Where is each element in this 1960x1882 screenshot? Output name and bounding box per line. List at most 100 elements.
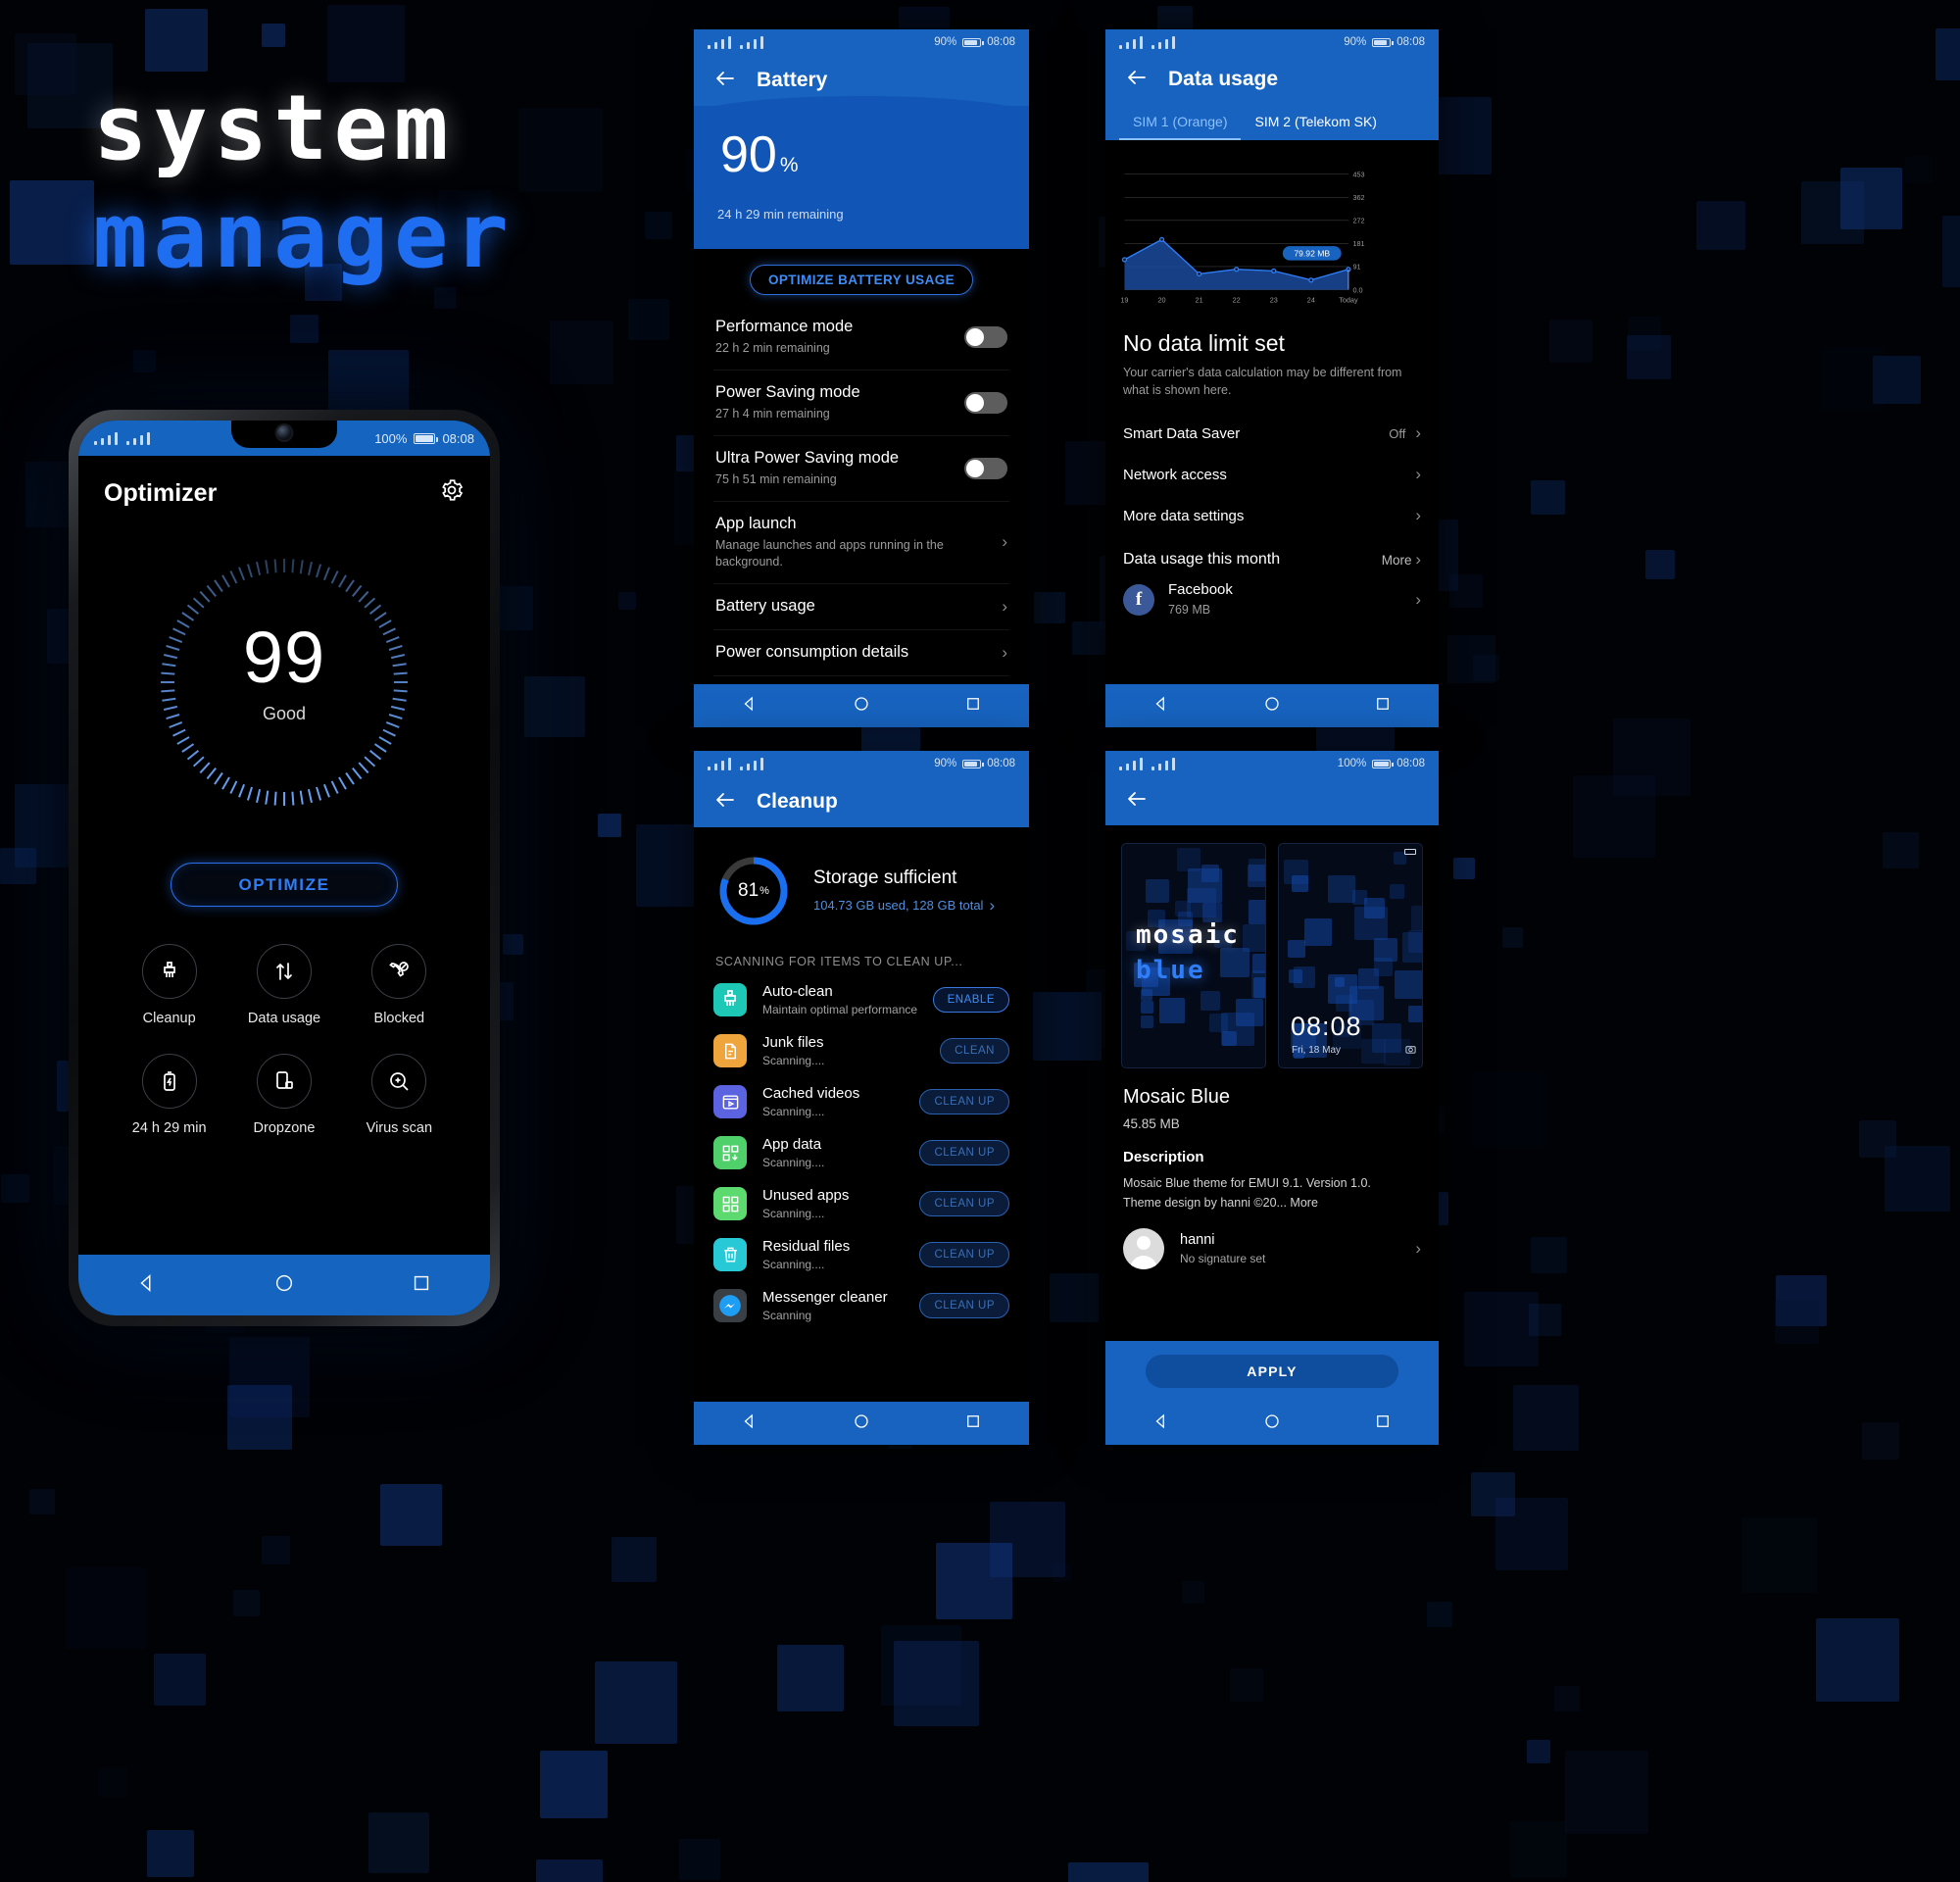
battery-row[interactable]: Battery usage › (694, 584, 1029, 629)
cleanup-action-button[interactable]: CLEAN UP (919, 1293, 1009, 1318)
signal-icon-1 (94, 431, 118, 445)
app-usage-row[interactable]: f Facebook 769 MB › (1105, 573, 1439, 626)
theme-screenshot: 100% 08:08 mosaic blue 08:08 Fri, 18 May (1105, 751, 1439, 1445)
shortcut-label: 24 h 29 min (131, 1120, 207, 1136)
row-text: Messenger cleaner Scanning (762, 1289, 919, 1322)
row-text: Performance mode 22 h 2 min remaining (715, 318, 964, 357)
cleanup-action-button[interactable]: CLEAN (940, 1038, 1009, 1064)
nav-recents-icon[interactable] (964, 695, 982, 718)
nav-home-icon[interactable] (273, 1272, 295, 1299)
carrier-note: Your carrier's data calculation may be d… (1123, 366, 1402, 398)
chevron-right-icon: › (1415, 506, 1421, 525)
cleanup-action-button[interactable]: CLEAN UP (919, 1191, 1009, 1216)
nav-recents-icon[interactable] (1374, 1412, 1392, 1435)
row-name: Auto-clean (762, 983, 833, 1000)
sim-tab[interactable]: SIM 2 (Telekom SK) (1241, 104, 1390, 140)
percent-symbol: % (760, 885, 769, 897)
sim-tab[interactable]: SIM 1 (Orange) (1119, 104, 1242, 140)
cleanup-row[interactable]: App data Scanning.... CLEAN UP (694, 1127, 1029, 1178)
back-arrow-icon[interactable] (1125, 787, 1149, 816)
description-header: Description (1123, 1149, 1204, 1165)
toggle-switch[interactable] (964, 458, 1007, 480)
row-name: Messenger cleaner (762, 1289, 888, 1306)
battery-row[interactable]: App launch Manage launches and apps runn… (694, 502, 1029, 583)
cleanup-action-button[interactable]: CLEAN UP (919, 1242, 1009, 1267)
apply-bar: APPLY (1105, 1341, 1439, 1402)
nav-back-icon[interactable] (741, 1412, 759, 1435)
cleanup-app-bar: Cleanup (694, 776, 1029, 827)
cleanup-action-button[interactable]: CLEAN UP (919, 1089, 1009, 1114)
screenshot-stage: system manager 100% 08:08 Optimizer 99 G… (0, 0, 1960, 1882)
nav-back-icon[interactable] (741, 695, 759, 718)
nav-home-icon[interactable] (853, 695, 870, 718)
back-arrow-icon[interactable] (1125, 66, 1149, 94)
gear-icon[interactable] (439, 477, 465, 510)
toggle-switch[interactable] (964, 392, 1007, 415)
shortcut-dropzone[interactable]: Dropzone (226, 1054, 341, 1136)
status-right: 90% 08:08 (934, 758, 1015, 769)
battery-row[interactable]: Performance mode 22 h 2 min remaining (694, 305, 1029, 370)
data-usage-chart: 453 362 272 181 91 0.0 19 20 21 22 23 24 Today 79.92… (1105, 140, 1439, 326)
status-right: 90% 08:08 (1344, 36, 1425, 48)
month-usage-more[interactable]: More › (1382, 550, 1421, 570)
theme-preview-right[interactable]: 08:08 Fri, 18 May (1278, 843, 1423, 1068)
shortcut-virus-scan[interactable]: Virus scan (342, 1054, 457, 1136)
nav-back-icon[interactable] (136, 1272, 158, 1299)
nav-recents-icon[interactable] (1374, 695, 1392, 718)
cleanup-row[interactable]: Cached videos Scanning.... CLEAN UP (694, 1076, 1029, 1127)
nav-back-icon[interactable] (1152, 695, 1170, 718)
svg-text:20: 20 (1157, 295, 1165, 304)
theme-author-row[interactable]: hanni No signature set › (1105, 1213, 1439, 1269)
shortcut-blocked[interactable]: Blocked (342, 944, 457, 1026)
shortcut-label: Virus scan (366, 1120, 433, 1136)
nav-home-icon[interactable] (853, 1412, 870, 1435)
optimize-button[interactable]: OPTIMIZE (171, 863, 398, 907)
data-setting-row[interactable]: Smart Data Saver Off › (1105, 413, 1439, 454)
shortcut-cleanup[interactable]: Cleanup (112, 944, 226, 1026)
theme-preview-left[interactable]: mosaic blue (1121, 843, 1266, 1068)
storage-sub-row[interactable]: 104.73 GB used, 128 GB total › (813, 896, 995, 916)
cleanup-row[interactable]: Auto-clean Maintain optimal performance … (694, 974, 1029, 1025)
cleanup-row[interactable]: Unused apps Scanning.... CLEAN UP (694, 1178, 1029, 1229)
nav-home-icon[interactable] (1263, 695, 1281, 718)
storage-sub: 104.73 GB used, 128 GB total (813, 898, 984, 913)
battery-row[interactable]: Power Saving mode 27 h 4 min remaining (694, 371, 1029, 435)
battery-percent-label: 90% (934, 36, 957, 48)
gauge-score: 99 (242, 617, 326, 698)
back-arrow-icon[interactable] (713, 67, 737, 95)
battery-row[interactable]: Ultra Power Saving mode 75 h 51 min rema… (694, 436, 1029, 501)
svg-text:19: 19 (1120, 295, 1128, 304)
shortcut-24-h-29-min[interactable]: 24 h 29 min (112, 1054, 226, 1136)
shortcut-data-usage[interactable]: Data usage (226, 944, 341, 1026)
cleanup-row[interactable]: Junk files Scanning.... CLEAN (694, 1025, 1029, 1076)
optimize-battery-usage-button[interactable]: OPTIMIZE BATTERY USAGE (749, 265, 974, 296)
row-sub: Scanning.... (762, 1156, 825, 1169)
cleanup-row[interactable]: Residual files Scanning.... CLEAN UP (694, 1229, 1029, 1280)
nav-back-icon[interactable] (1152, 1412, 1170, 1435)
messenger-icon (713, 1289, 747, 1322)
back-arrow-icon[interactable] (713, 788, 737, 817)
cleanup-action-button[interactable]: ENABLE (932, 987, 1009, 1013)
nav-home-icon[interactable] (1263, 1412, 1281, 1435)
data-setting-row[interactable]: Network access › (1105, 454, 1439, 495)
status-right: 90% 08:08 (934, 36, 1015, 48)
camera-icon (1405, 1042, 1416, 1060)
cleanup-action-button[interactable]: CLEAN UP (919, 1140, 1009, 1165)
svg-text:23: 23 (1270, 295, 1278, 304)
chevron-right-icon: › (1002, 642, 1007, 662)
battery-remaining: 24 h 29 min remaining (717, 207, 844, 223)
chevron-right-icon: › (1002, 596, 1007, 616)
nav-recents-icon[interactable] (964, 1412, 982, 1435)
cleanup-row[interactable]: Messenger cleaner Scanning CLEAN UP (694, 1280, 1029, 1331)
row-name: Ultra Power Saving mode (715, 449, 900, 468)
data-setting-row[interactable]: More data settings › (1105, 495, 1439, 536)
description-line-2[interactable]: Theme design by hanni ©20... More (1105, 1193, 1439, 1213)
battery-row[interactable]: Power consumption details › (694, 630, 1029, 675)
apply-button[interactable]: APPLY (1145, 1355, 1399, 1388)
toggle-switch[interactable] (964, 326, 1007, 349)
nav-recents-icon[interactable] (411, 1272, 432, 1299)
battery-bolt-icon (141, 1054, 197, 1109)
row-text: More data settings (1123, 508, 1415, 524)
row-text: Junk files Scanning.... (762, 1034, 940, 1067)
android-nav-bar (1105, 1402, 1439, 1445)
